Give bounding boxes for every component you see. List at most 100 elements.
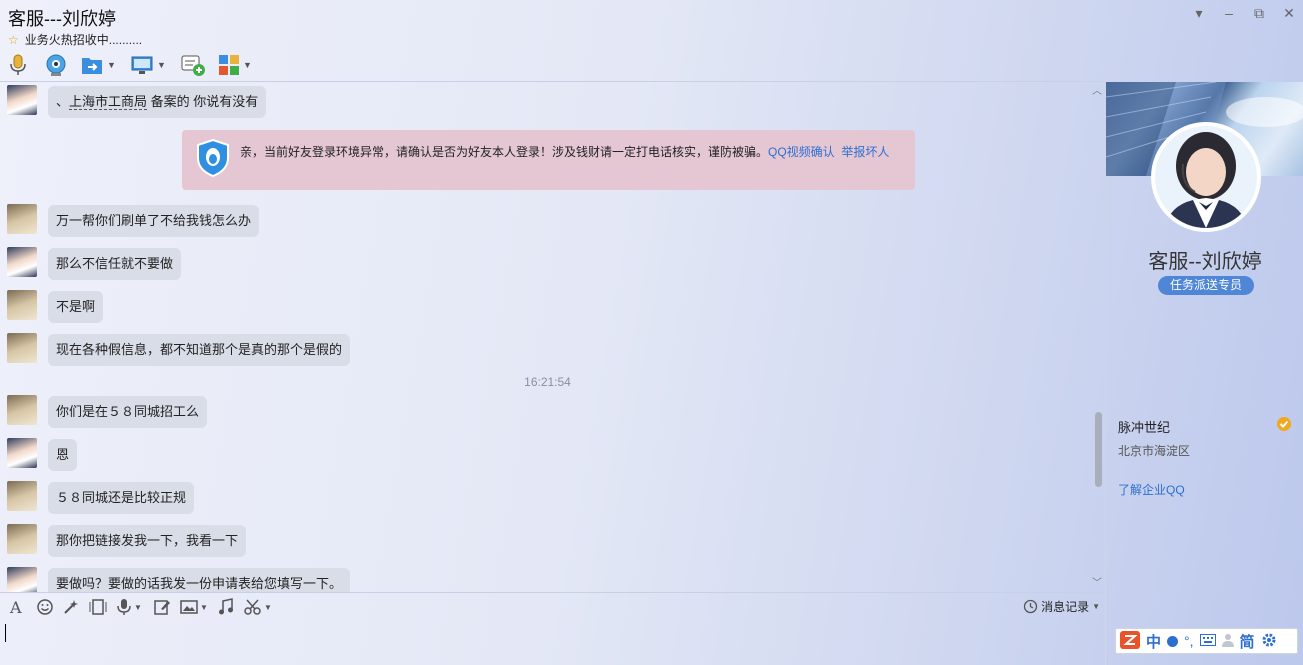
history-label: 消息记录 bbox=[1041, 600, 1090, 614]
ime-language-toggle[interactable]: 中 bbox=[1146, 631, 1161, 652]
message-bubble: 万一帮你们刷单了不给我钱怎么办 bbox=[48, 205, 260, 237]
user-icon[interactable] bbox=[1221, 633, 1234, 650]
chevron-down-icon[interactable]: ▼ bbox=[264, 603, 272, 612]
message-timestamp: 16:21:54 bbox=[524, 375, 571, 389]
avatar[interactable] bbox=[7, 333, 37, 363]
scroll-down-icon[interactable]: ﹀ bbox=[1092, 574, 1102, 589]
video-confirm-link[interactable]: QQ视频确认 bbox=[768, 145, 835, 159]
font-button[interactable]: A bbox=[8, 597, 26, 617]
music-button[interactable] bbox=[218, 597, 234, 617]
company-location: 北京市海淀区 bbox=[1118, 444, 1191, 458]
edit-icon bbox=[154, 600, 170, 615]
avatar[interactable] bbox=[7, 85, 37, 115]
report-link[interactable]: 举报坏人 bbox=[841, 145, 889, 159]
emoji-icon bbox=[37, 599, 53, 615]
send-file-button[interactable]: ▼ bbox=[80, 52, 116, 78]
clock-icon bbox=[1023, 599, 1038, 614]
chat-history[interactable]: 、上海市工商局 备案的 你说有没有 亲，当前好友登录环境异常，请确认是否为好友本… bbox=[0, 82, 1105, 592]
message-bubble: 那么不信任就不要做 bbox=[48, 248, 182, 280]
avatar[interactable] bbox=[7, 524, 37, 554]
message-bubble: 你们是在５８同城招工么 bbox=[48, 396, 208, 428]
chevron-down-icon[interactable]: ▼ bbox=[1092, 602, 1100, 611]
gear-icon[interactable] bbox=[1261, 632, 1277, 651]
chevron-down-icon[interactable]: ▼ bbox=[200, 603, 208, 612]
message-bubble: 现在各种假信息，都不知道那个是真的那个是假的 bbox=[48, 334, 351, 366]
verified-badge-icon[interactable] bbox=[1276, 416, 1292, 435]
profile-name: 客服--刘欣婷 bbox=[1148, 251, 1262, 273]
send-image-button[interactable]: ▼ bbox=[180, 597, 208, 617]
apps-button[interactable]: ▼ bbox=[218, 52, 252, 78]
minimize-icon[interactable]: – bbox=[1218, 4, 1240, 22]
chevron-down-icon[interactable]: ▼ bbox=[134, 603, 142, 612]
microphone-icon bbox=[117, 599, 131, 615]
chat-message: 要做吗？要做的话我发一份申请表给您填写一下。 bbox=[7, 567, 351, 592]
keyboard-icon[interactable] bbox=[1199, 633, 1216, 649]
doodle-button[interactable] bbox=[153, 597, 171, 617]
message-history-button[interactable]: 消息记录 ▼ bbox=[1023, 598, 1100, 615]
screenshot-button[interactable]: ▼ bbox=[244, 597, 272, 617]
file-transfer-icon bbox=[82, 58, 102, 74]
company-name: 脉冲世纪 bbox=[1118, 420, 1171, 435]
magic-expression-button[interactable] bbox=[62, 597, 80, 617]
voice-message-button[interactable]: ▼ bbox=[116, 597, 142, 617]
avatar[interactable] bbox=[7, 290, 37, 320]
scrollbar-thumb[interactable] bbox=[1095, 412, 1102, 487]
ime-toolbar: 中 °, 简 bbox=[1115, 628, 1298, 654]
menu-dropdown-icon[interactable]: ▾ bbox=[1188, 4, 1210, 22]
message-bubble: 那你把链接发我一下，我看一下 bbox=[48, 525, 247, 557]
full-half-width-icon[interactable]: °, bbox=[1184, 633, 1194, 649]
restore-icon[interactable]: ⧉ bbox=[1248, 4, 1270, 22]
input-toolbar: A ▼ ▼ ▼ 消息记录 ▼ bbox=[0, 594, 1105, 620]
message-link[interactable]: 上海市工商局 bbox=[69, 94, 148, 110]
image-icon bbox=[180, 600, 198, 614]
apps-icon bbox=[219, 55, 239, 75]
create-discussion-button[interactable] bbox=[180, 52, 206, 78]
punctuation-icon[interactable] bbox=[1167, 635, 1179, 647]
message-bubble: ５８同城还是比较正规 bbox=[48, 482, 195, 514]
avatar[interactable] bbox=[7, 481, 37, 511]
chat-message: ５８同城还是比较正规 bbox=[7, 481, 195, 514]
video-call-button[interactable] bbox=[44, 52, 68, 78]
signature-text: 业务火热招收中.......... bbox=[24, 33, 143, 47]
person-photo bbox=[1155, 126, 1257, 228]
chat-scrollbar[interactable]: ︿ ﹀ bbox=[1092, 82, 1104, 592]
message-bubble: 恩 bbox=[48, 439, 78, 471]
chat-message: 不是啊 bbox=[7, 290, 104, 323]
avatar[interactable] bbox=[7, 204, 37, 234]
message-bubble: 不是啊 bbox=[48, 291, 104, 323]
profile-avatar[interactable] bbox=[1151, 122, 1261, 232]
learn-enterprise-qq-link[interactable]: 了解企业QQ bbox=[1118, 481, 1185, 498]
input-divider bbox=[0, 592, 1105, 593]
notice-text: 亲，当前好友登录环境异常，请确认是否为好友本人登录！涉及钱财请一定打电话核实，谨… bbox=[240, 145, 769, 159]
chat-message: 万一帮你们刷单了不给我钱怎么办 bbox=[7, 204, 260, 237]
emoji-button[interactable] bbox=[36, 597, 54, 617]
shake-window-button[interactable] bbox=[88, 597, 108, 617]
chevron-down-icon[interactable]: ▼ bbox=[243, 60, 252, 70]
remote-desktop-icon bbox=[131, 56, 153, 74]
shield-icon bbox=[197, 138, 229, 178]
avatar[interactable] bbox=[7, 247, 37, 277]
add-discussion-icon bbox=[181, 55, 205, 76]
message-input[interactable] bbox=[5, 624, 6, 642]
magic-wand-icon bbox=[64, 600, 78, 614]
close-icon[interactable]: ✕ bbox=[1278, 4, 1300, 22]
chat-message: 那么不信任就不要做 bbox=[7, 247, 182, 280]
remote-assist-button[interactable]: ▼ bbox=[130, 52, 166, 78]
avatar[interactable] bbox=[7, 567, 37, 592]
avatar[interactable] bbox=[7, 395, 37, 425]
simplified-traditional-toggle[interactable]: 简 bbox=[1240, 631, 1255, 652]
voice-call-button[interactable] bbox=[8, 52, 28, 78]
scroll-up-icon[interactable]: ︿ bbox=[1092, 82, 1102, 97]
music-note-icon bbox=[219, 598, 233, 615]
shake-icon bbox=[89, 599, 107, 615]
sogou-logo-icon[interactable] bbox=[1120, 630, 1140, 652]
chat-message: 现在各种假信息，都不知道那个是真的那个是假的 bbox=[7, 333, 351, 366]
font-icon: A bbox=[9, 598, 22, 616]
chevron-down-icon[interactable]: ▼ bbox=[107, 60, 116, 70]
profile-panel: 客服--刘欣婷 任务派送专员 脉冲世纪 北京市海淀区 了解企业QQ bbox=[1105, 82, 1303, 665]
avatar[interactable] bbox=[7, 438, 37, 468]
chat-message: 恩 bbox=[7, 438, 78, 471]
message-bubble: 要做吗？要做的话我发一份申请表给您填写一下。 bbox=[48, 568, 351, 592]
chevron-down-icon[interactable]: ▼ bbox=[157, 60, 166, 70]
svg-text:A: A bbox=[9, 598, 22, 616]
